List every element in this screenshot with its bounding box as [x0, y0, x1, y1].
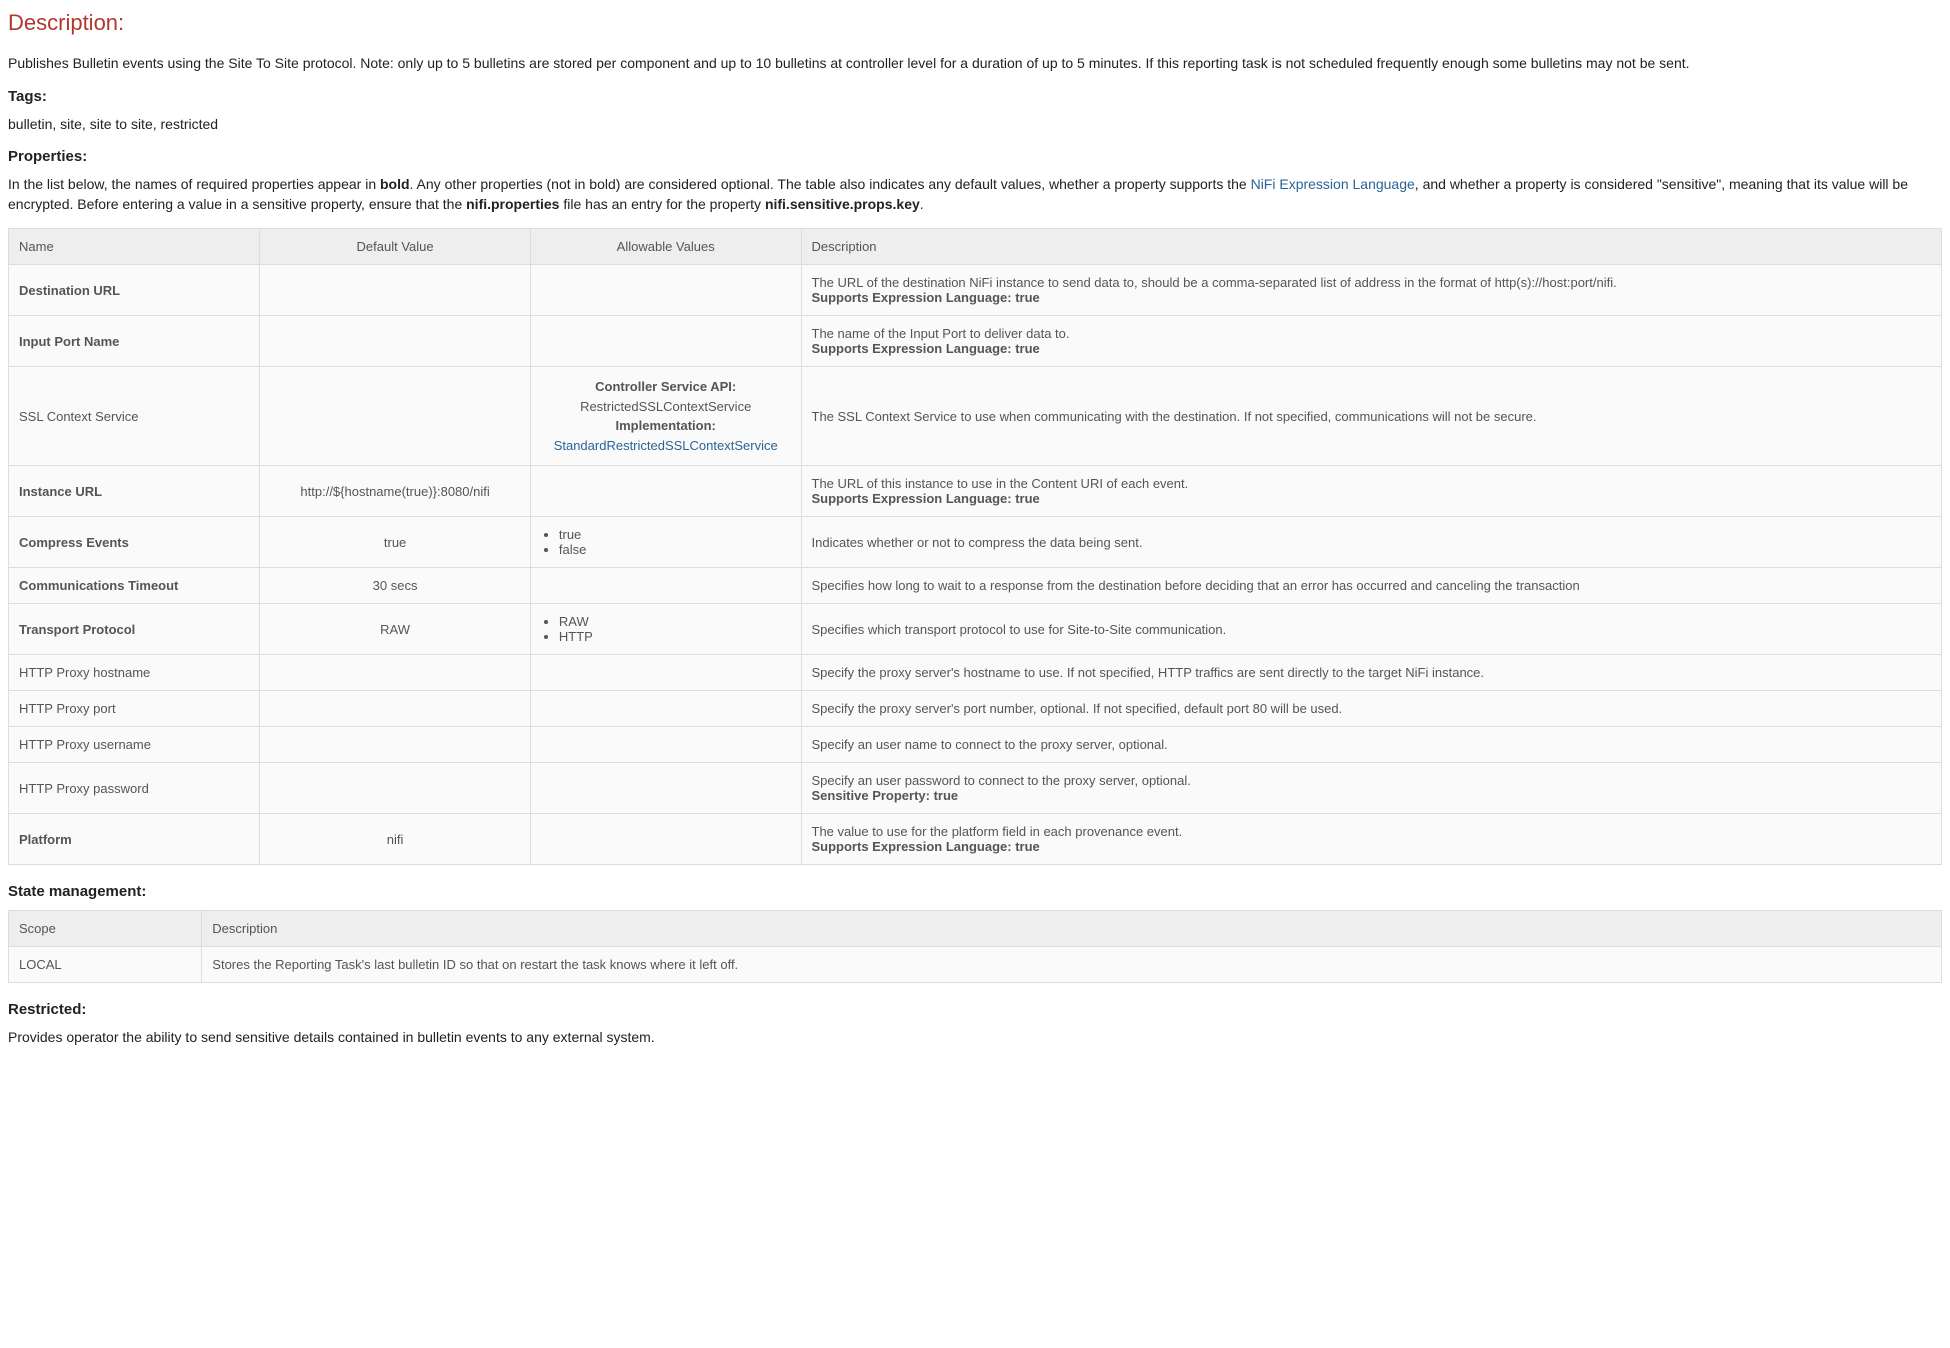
prop-desc: The value to use for the platform field … — [812, 824, 1183, 839]
table-row: Destination URL The URL of the destinati… — [9, 265, 1942, 316]
prop-name: HTTP Proxy hostname — [9, 655, 260, 691]
intro-bold: nifi.sensitive.props.key — [765, 196, 920, 212]
api-service: RestrictedSSLContextService — [580, 399, 751, 414]
prop-desc: Indicates whether or not to compress the… — [801, 517, 1942, 568]
expression-language-link[interactable]: NiFi Expression Language — [1251, 176, 1415, 192]
prop-name: Destination URL — [19, 283, 120, 298]
table-row: Platform nifi The value to use for the p… — [9, 814, 1942, 865]
allowable-value: RAW — [559, 614, 791, 629]
prop-name: Compress Events — [19, 535, 129, 550]
prop-default: true — [260, 517, 531, 568]
state-desc: Stores the Reporting Task's last bulleti… — [202, 947, 1942, 983]
state-scope: LOCAL — [9, 947, 202, 983]
table-row: LOCAL Stores the Reporting Task's last b… — [9, 947, 1942, 983]
prop-extra: Supports Expression Language: true — [812, 491, 1040, 506]
properties-table: Name Default Value Allowable Values Desc… — [8, 228, 1942, 865]
table-row: HTTP Proxy hostname Specify the proxy se… — [9, 655, 1942, 691]
description-text: Publishes Bulletin events using the Site… — [8, 54, 1942, 74]
restricted-text: Provides operator the ability to send se… — [8, 1028, 1942, 1048]
intro-text: In the list below, the names of required… — [8, 176, 380, 192]
prop-desc: The URL of the destination NiFi instance… — [812, 275, 1617, 290]
intro-text: . Any other properties (not in bold) are… — [410, 176, 1251, 192]
allowable-value: HTTP — [559, 629, 791, 644]
col-description: Description — [801, 229, 1942, 265]
prop-default: nifi — [260, 814, 531, 865]
prop-desc: The URL of this instance to use in the C… — [812, 476, 1189, 491]
prop-extra: Supports Expression Language: true — [812, 839, 1040, 854]
api-impl-label: Implementation: — [615, 418, 715, 433]
api-title: Controller Service API: — [595, 379, 736, 394]
table-row: HTTP Proxy port Specify the proxy server… — [9, 691, 1942, 727]
prop-desc: Specify the proxy server's hostname to u… — [801, 655, 1942, 691]
table-row: Instance URL http://${hostname(true)}:80… — [9, 466, 1942, 517]
intro-bold: bold — [380, 176, 410, 192]
prop-default: 30 secs — [260, 568, 531, 604]
intro-text: . — [920, 196, 924, 212]
table-row: HTTP Proxy username Specify an user name… — [9, 727, 1942, 763]
table-row: SSL Context Service Controller Service A… — [9, 367, 1942, 466]
prop-name: Transport Protocol — [19, 622, 135, 637]
prop-extra: Supports Expression Language: true — [812, 290, 1040, 305]
properties-intro: In the list below, the names of required… — [8, 175, 1942, 214]
prop-desc: Specify the proxy server's port number, … — [801, 691, 1942, 727]
allowable-value: false — [559, 542, 791, 557]
prop-name: Platform — [19, 832, 72, 847]
state-table: Scope Description LOCAL Stores the Repor… — [8, 910, 1942, 983]
col-allowable: Allowable Values — [530, 229, 801, 265]
col-name: Name — [9, 229, 260, 265]
prop-name: HTTP Proxy port — [9, 691, 260, 727]
tags-heading: Tags: — [8, 88, 1942, 105]
properties-heading: Properties: — [8, 148, 1942, 165]
prop-extra: Supports Expression Language: true — [812, 341, 1040, 356]
tags-text: bulletin, site, site to site, restricted — [8, 115, 1942, 135]
prop-desc: Specifies which transport protocol to us… — [801, 604, 1942, 655]
table-row: HTTP Proxy password Specify an user pass… — [9, 763, 1942, 814]
prop-desc: Specify an user name to connect to the p… — [801, 727, 1942, 763]
prop-name: SSL Context Service — [9, 367, 260, 466]
col-description: Description — [202, 911, 1942, 947]
table-row: Communications Timeout 30 secs Specifies… — [9, 568, 1942, 604]
prop-desc: Specify an user password to connect to t… — [812, 773, 1191, 788]
col-scope: Scope — [9, 911, 202, 947]
prop-desc: The SSL Context Service to use when comm… — [801, 367, 1942, 466]
state-heading: State management: — [8, 883, 1942, 900]
prop-extra: Sensitive Property: true — [812, 788, 959, 803]
prop-name: Communications Timeout — [19, 578, 178, 593]
table-row: Input Port Name The name of the Input Po… — [9, 316, 1942, 367]
prop-desc: The name of the Input Port to deliver da… — [812, 326, 1070, 341]
api-impl-link[interactable]: StandardRestrictedSSLContextService — [554, 438, 778, 453]
col-default: Default Value — [260, 229, 531, 265]
prop-name: Instance URL — [19, 484, 102, 499]
prop-default: http://${hostname(true)}:8080/nifi — [260, 466, 531, 517]
intro-bold: nifi.properties — [466, 196, 559, 212]
prop-desc: Specifies how long to wait to a response… — [801, 568, 1942, 604]
prop-default: RAW — [260, 604, 531, 655]
prop-name: HTTP Proxy username — [9, 727, 260, 763]
allowable-value: true — [559, 527, 791, 542]
intro-text: file has an entry for the property — [559, 196, 764, 212]
table-row: Compress Events true truefalse Indicates… — [9, 517, 1942, 568]
description-heading: Description: — [8, 10, 1942, 36]
prop-name: HTTP Proxy password — [9, 763, 260, 814]
table-row: Transport Protocol RAW RAWHTTP Specifies… — [9, 604, 1942, 655]
restricted-heading: Restricted: — [8, 1001, 1942, 1018]
prop-name: Input Port Name — [19, 334, 119, 349]
